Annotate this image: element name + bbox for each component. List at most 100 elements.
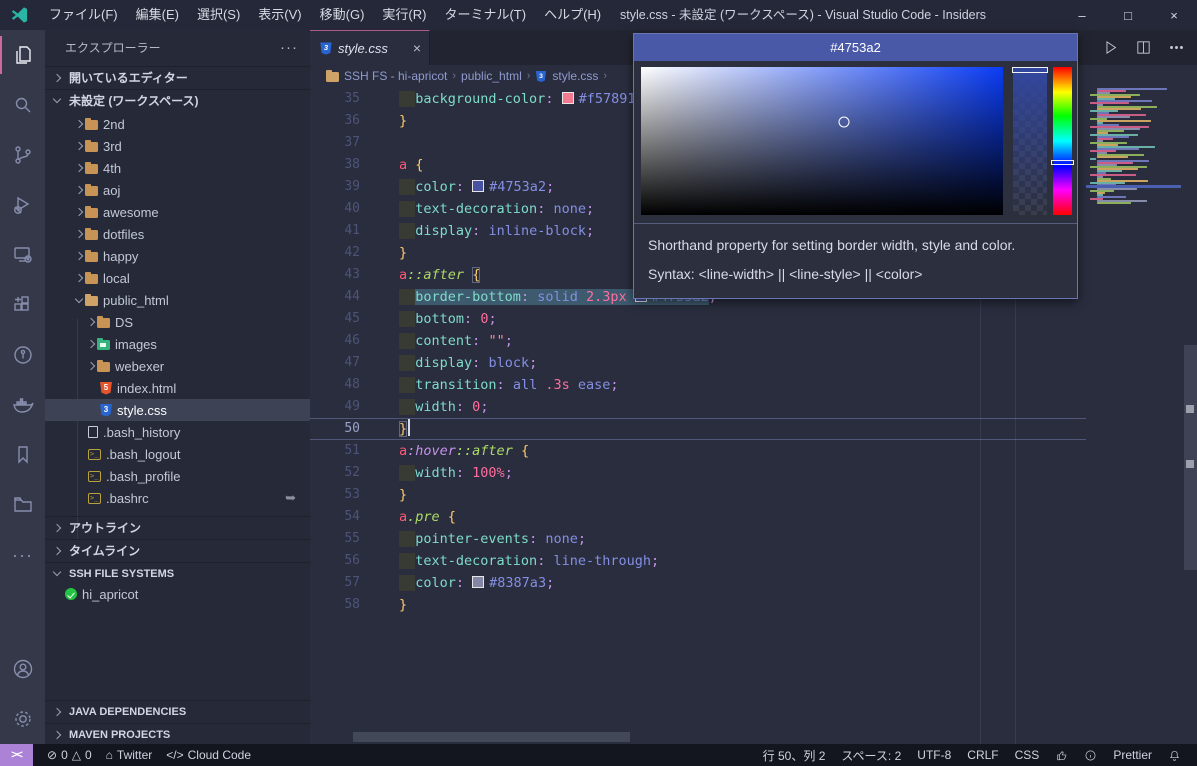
- tab-style-css[interactable]: 3 style.css ×: [310, 30, 430, 65]
- remote-indicator[interactable]: ><: [0, 744, 33, 766]
- hue-strip[interactable]: [1053, 67, 1072, 215]
- docker-icon[interactable]: [0, 380, 45, 430]
- open-editors-section[interactable]: 開いているエディター: [45, 66, 310, 88]
- tree-item-style-css[interactable]: 3style.css: [45, 399, 310, 421]
- tree-item-webexer[interactable]: webexer: [45, 355, 310, 377]
- code-line-45[interactable]: 45 bottom: 0;: [310, 308, 1086, 330]
- horizontal-scrollbar[interactable]: [353, 732, 630, 742]
- tree-item-4th[interactable]: 4th: [45, 157, 310, 179]
- ssh-host-item[interactable]: hi_apricot: [45, 583, 310, 605]
- code-line-49[interactable]: 49 width: 0;: [310, 396, 1086, 418]
- project-folder-icon[interactable]: [0, 480, 45, 530]
- tree-item-aoj[interactable]: aoj: [45, 179, 310, 201]
- menu-item-1[interactable]: 編集(E): [127, 0, 188, 30]
- menu-item-0[interactable]: ファイル(F): [40, 0, 127, 30]
- split-editor-icon[interactable]: [1135, 39, 1152, 56]
- info-icon[interactable]: [1076, 744, 1105, 766]
- cursor-position[interactable]: 行 50、列 2: [755, 744, 834, 766]
- code-line-56[interactable]: 56 text-decoration: line-through;: [310, 550, 1086, 572]
- code-line-53[interactable]: 53}: [310, 484, 1086, 506]
- source-control-icon[interactable]: [0, 130, 45, 180]
- circle-branch-icon[interactable]: [0, 330, 45, 380]
- tree-item--bash-logout[interactable]: >_.bash_logout: [45, 443, 310, 465]
- settings-gear-icon[interactable]: [0, 694, 45, 744]
- encoding-setting[interactable]: UTF-8: [909, 744, 959, 766]
- remote-explorer-icon[interactable]: [0, 230, 45, 280]
- explorer-icon[interactable]: [0, 30, 45, 80]
- eol-setting[interactable]: CRLF: [959, 744, 1006, 766]
- tree-item-2nd[interactable]: 2nd: [45, 113, 310, 135]
- menu-item-3[interactable]: 表示(V): [249, 0, 310, 30]
- java-dependencies-section[interactable]: JAVA DEPENDENCIES: [45, 700, 310, 722]
- tree-item-images[interactable]: images: [45, 333, 310, 355]
- code-line-58[interactable]: 58}: [310, 594, 1086, 616]
- extensions-icon[interactable]: [0, 280, 45, 330]
- tree-item-dotfiles[interactable]: dotfiles: [45, 223, 310, 245]
- editor-more-actions-icon[interactable]: [1168, 39, 1185, 56]
- opacity-slider[interactable]: [1012, 67, 1048, 73]
- tree-item-happy[interactable]: happy: [45, 245, 310, 267]
- tree-item--bash-profile[interactable]: >_.bash_profile: [45, 465, 310, 487]
- bookmark-icon[interactable]: [0, 430, 45, 480]
- tree-item-local[interactable]: local: [45, 267, 310, 289]
- minimize-button[interactable]: –: [1059, 0, 1105, 30]
- saturation-cursor[interactable]: [838, 116, 849, 127]
- color-swatch[interactable]: [472, 576, 484, 588]
- language-mode[interactable]: CSS: [1007, 744, 1048, 766]
- notifications-bell-icon[interactable]: [1160, 744, 1189, 766]
- code-line-47[interactable]: 47 display: block;: [310, 352, 1086, 374]
- code-line-52[interactable]: 52 width: 100%;: [310, 462, 1086, 484]
- close-button[interactable]: ×: [1151, 0, 1197, 30]
- menu-item-7[interactable]: ヘルプ(H): [535, 0, 610, 30]
- saturation-box[interactable]: [641, 67, 1003, 215]
- menu-item-6[interactable]: ターミナル(T): [435, 0, 535, 30]
- tree-item--bash-history[interactable]: .bash_history: [45, 421, 310, 443]
- explorer-more-actions-icon[interactable]: ···: [280, 39, 298, 56]
- workspace-section[interactable]: 未設定 (ワークスペース): [45, 89, 310, 111]
- color-swatch[interactable]: [562, 92, 574, 104]
- tree-item-index-html[interactable]: 5index.html: [45, 377, 310, 399]
- account-icon[interactable]: [0, 644, 45, 694]
- minimap[interactable]: [1086, 88, 1181, 744]
- cloud-code-item[interactable]: </> Cloud Code: [166, 744, 251, 766]
- problems-indicator[interactable]: ⊘ 0 △ 0: [47, 744, 92, 766]
- tab-close-icon[interactable]: ×: [413, 40, 421, 56]
- opacity-strip[interactable]: [1013, 67, 1047, 215]
- ssh-file-systems-section[interactable]: SSH FILE SYSTEMS: [45, 562, 310, 584]
- tree-item-3rd[interactable]: 3rd: [45, 135, 310, 157]
- tree-item-awesome[interactable]: awesome: [45, 201, 310, 223]
- color-picker-hex[interactable]: #4753a2: [634, 34, 1077, 61]
- code-line-51[interactable]: 51a:hover::after {: [310, 440, 1086, 462]
- breadcrumb-folder[interactable]: public_html: [461, 69, 522, 83]
- run-debug-icon[interactable]: [0, 180, 45, 230]
- vertical-scrollbar[interactable]: [1184, 345, 1197, 570]
- maven-projects-section[interactable]: MAVEN PROJECTS: [45, 723, 310, 745]
- color-swatch[interactable]: [472, 180, 484, 192]
- code-line-48[interactable]: 48 transition: all .3s ease;: [310, 374, 1086, 396]
- timeline-section[interactable]: タイムライン: [45, 539, 310, 561]
- code-line-55[interactable]: 55 pointer-events: none;: [310, 528, 1086, 550]
- more-views-icon[interactable]: ···: [0, 530, 45, 580]
- maximize-button[interactable]: □: [1105, 0, 1151, 30]
- indentation-setting[interactable]: スペース: 2: [833, 744, 909, 766]
- tree-item-public-html[interactable]: public_html: [45, 289, 310, 311]
- breadcrumb-root[interactable]: SSH FS - hi-apricot: [344, 69, 447, 83]
- run-file-icon[interactable]: [1102, 39, 1119, 56]
- code-line-46[interactable]: 46 content: "";: [310, 330, 1086, 352]
- formatter-item[interactable]: Prettier: [1105, 744, 1160, 766]
- menu-item-4[interactable]: 移動(G): [311, 0, 374, 30]
- menu-item-2[interactable]: 選択(S): [188, 0, 249, 30]
- search-icon[interactable]: [0, 80, 45, 130]
- breadcrumb-file[interactable]: style.css: [552, 69, 598, 83]
- hue-slider[interactable]: [1051, 160, 1074, 165]
- feedback-thumbsup-icon[interactable]: [1047, 744, 1076, 766]
- outline-section[interactable]: アウトライン: [45, 516, 310, 538]
- chevron-icon: [75, 164, 83, 172]
- code-line-54[interactable]: 54a.pre {: [310, 506, 1086, 528]
- code-line-50[interactable]: 50}: [310, 418, 1086, 440]
- menu-item-5[interactable]: 実行(R): [373, 0, 435, 30]
- twitter-item[interactable]: ⌂ Twitter: [106, 744, 153, 766]
- tree-item--bashrc[interactable]: >_.bashrc➥: [45, 487, 310, 509]
- code-line-57[interactable]: 57 color: #8387a3;: [310, 572, 1086, 594]
- tree-item-DS[interactable]: DS: [45, 311, 310, 333]
